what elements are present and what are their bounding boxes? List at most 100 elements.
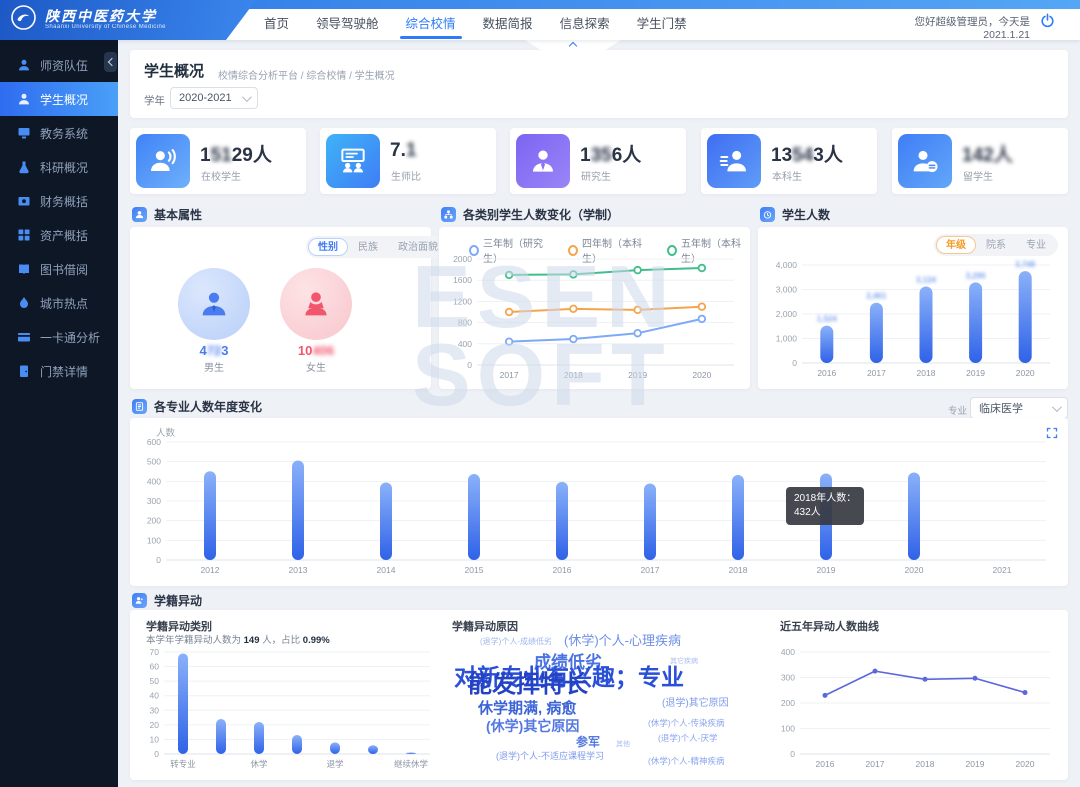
svg-text:2000: 2000 — [453, 254, 472, 264]
app-root: 陕西中医药大学 Shaanxi University of Chinese Me… — [0, 0, 1080, 787]
teacher-board-icon — [326, 134, 380, 188]
stat-card-留学生: 142人留学生 — [892, 128, 1068, 194]
abnormal-panel-header: 学籍异动 — [132, 592, 202, 608]
svg-text:4,000: 4,000 — [776, 260, 798, 270]
stat-card-在校学生: 15129人在校学生 — [130, 128, 306, 194]
university-logo: 陕西中医药大学 Shaanxi University of Chinese Me… — [0, 0, 256, 40]
sidebar-item-城市热点[interactable]: 城市热点 — [0, 286, 118, 320]
sidebar-item-科研概况[interactable]: 科研概况 — [0, 150, 118, 184]
svg-text:300: 300 — [147, 496, 161, 506]
abnormal-trend-line-chart[interactable]: 010020030040020162017201820192020 — [774, 644, 1062, 777]
sidebar-item-资产概括[interactable]: 资产概括 — [0, 218, 118, 252]
logout-power-icon[interactable] — [1040, 13, 1055, 33]
svg-text:2016: 2016 — [817, 368, 836, 378]
stat-label: 在校学生 — [201, 168, 241, 183]
org-chart-panel-icon — [441, 207, 456, 222]
svg-text:2013: 2013 — [289, 565, 308, 575]
abnormal-trend-title: 近五年异动人数曲线 — [780, 618, 879, 634]
svg-text:50: 50 — [150, 676, 160, 686]
stat-label: 生师比 — [391, 168, 421, 183]
nav-item-首页[interactable]: 首页 — [264, 9, 289, 40]
by-grade-bar-chart[interactable]: 01,0002,0003,0004,0002016201720182019202… — [762, 251, 1064, 390]
page-title: 学生概况 — [144, 60, 204, 81]
tab-民族[interactable]: 民族 — [348, 238, 388, 256]
svg-text:1,000: 1,000 — [776, 334, 798, 344]
abnormal-panel-title: 学籍异动 — [154, 592, 202, 609]
by-system-line-chart[interactable]: 04008001200160020002017201820192020 — [439, 249, 750, 394]
svg-text:转专业: 转专业 — [170, 759, 196, 769]
wordcloud-term: 其他 — [616, 741, 630, 748]
nav-item-综合校情[interactable]: 综合校情 — [406, 9, 456, 40]
svg-text:2016: 2016 — [816, 759, 835, 769]
basic-panel-title: 基本属性 — [154, 206, 202, 223]
nav-item-学生门禁[interactable]: 学生门禁 — [637, 9, 687, 40]
svg-text:1200: 1200 — [453, 296, 472, 306]
tab-性别[interactable]: 性别 — [308, 238, 348, 256]
svg-text:2014: 2014 — [377, 565, 396, 575]
major-yearly-bar-chart[interactable]: 0100200300400500600201220132014201520162… — [136, 432, 1062, 583]
abnormal-card: 学籍异动类别 本学年学籍异动人数为 149 人，占比 0.99% 0102030… — [130, 610, 1068, 780]
sidebar-item-门禁详情[interactable]: 门禁详情 — [0, 354, 118, 388]
nav-item-领导驾驶舱[interactable]: 领导驾驶舱 — [316, 9, 379, 40]
year-select[interactable]: 2020-2021 — [170, 87, 258, 109]
door-icon — [17, 364, 31, 378]
wordcloud-term: (退学)个人-不适应课程学习 — [496, 752, 604, 761]
sidebar-item-label: 师资队伍 — [40, 57, 88, 74]
intl-icon — [898, 134, 952, 188]
university-name: 陕西中医药大学 — [45, 9, 166, 24]
svg-text:0: 0 — [156, 555, 161, 565]
university-name-en: Shaanxi University of Chinese Medicine — [45, 24, 166, 31]
sidebar-item-财务概括[interactable]: 财务概括 — [0, 184, 118, 218]
svg-text:100: 100 — [147, 535, 161, 545]
stat-value: 7.1 — [390, 140, 416, 162]
svg-text:1600: 1600 — [453, 275, 472, 285]
research-icon — [17, 160, 31, 174]
top-bar: 陕西中医药大学 Shaanxi University of Chinese Me… — [0, 0, 1080, 40]
wordcloud-term: (休学)个人-精神疾病 — [648, 757, 725, 766]
svg-text:1,524: 1,524 — [817, 315, 838, 324]
svg-text:0: 0 — [792, 358, 797, 368]
sidebar: 师资队伍学生概况教务系统科研概况财务概括资产概括图书借阅城市热点一卡通分析门禁详… — [0, 40, 118, 787]
svg-text:2019: 2019 — [628, 370, 647, 380]
undergrad-icon — [707, 134, 761, 188]
svg-text:2021: 2021 — [993, 565, 1012, 575]
svg-text:2,461: 2,461 — [866, 292, 887, 301]
sidebar-collapse-handle[interactable] — [104, 52, 117, 72]
student-icon — [17, 92, 31, 106]
major-panel-header: 各专业人数年度变化 — [132, 398, 262, 414]
female-count: 10406 — [276, 343, 356, 358]
chevron-down-icon — [1052, 402, 1062, 412]
document-panel-icon — [132, 399, 147, 414]
svg-text:继续休学: 继续休学 — [394, 759, 429, 769]
abnormal-type-bar-chart[interactable]: 010203040506070转专业休学退学继续休学 — [140, 644, 440, 777]
major-select[interactable]: 临床医学 — [970, 397, 1068, 419]
wordcloud-term: 参军 — [576, 736, 600, 748]
svg-text:100: 100 — [781, 724, 795, 734]
sidebar-item-label: 一卡通分析 — [40, 329, 100, 346]
svg-text:2019: 2019 — [966, 759, 985, 769]
stat-card-本科生: 13543人本科生 — [701, 128, 877, 194]
sidebar-item-图书借阅[interactable]: 图书借阅 — [0, 252, 118, 286]
sidebar-item-一卡通分析[interactable]: 一卡通分析 — [0, 320, 118, 354]
male-person-icon — [197, 287, 231, 321]
sidebar-item-学生概况[interactable]: 学生概况 — [0, 82, 118, 116]
svg-text:300: 300 — [781, 673, 795, 683]
chevron-left-icon — [107, 58, 115, 66]
sidebar-item-教务系统[interactable]: 教务系统 — [0, 116, 118, 150]
svg-text:0: 0 — [790, 749, 795, 759]
stat-label: 本科生 — [772, 168, 802, 183]
female-circle — [280, 268, 352, 340]
abnormal-reason-wordcloud[interactable]: (退学)个人-成绩低劣(休学)个人-心理疾病其它疾病成绩低劣对新专业有兴趣；专业… — [452, 628, 764, 778]
nav-item-数据简报[interactable]: 数据简报 — [483, 9, 533, 40]
stat-card-研究生: 1356人研究生 — [510, 128, 686, 194]
svg-text:40: 40 — [150, 691, 160, 701]
wordcloud-term: 休学期满, 病愈 — [478, 701, 576, 716]
wordcloud-term: 能发挥特长 — [468, 673, 588, 697]
fullscreen-icon[interactable] — [1046, 426, 1058, 444]
sidebar-item-label: 教务系统 — [40, 125, 88, 142]
top-nav: 首页领导驾驶舱综合校情数据简报信息探索学生门禁 — [264, 9, 687, 40]
nav-item-信息探索[interactable]: 信息探索 — [560, 9, 610, 40]
counter-panel-icon — [760, 207, 775, 222]
sidebar-item-师资队伍[interactable]: 师资队伍 — [0, 48, 118, 82]
svg-text:2017: 2017 — [866, 759, 885, 769]
